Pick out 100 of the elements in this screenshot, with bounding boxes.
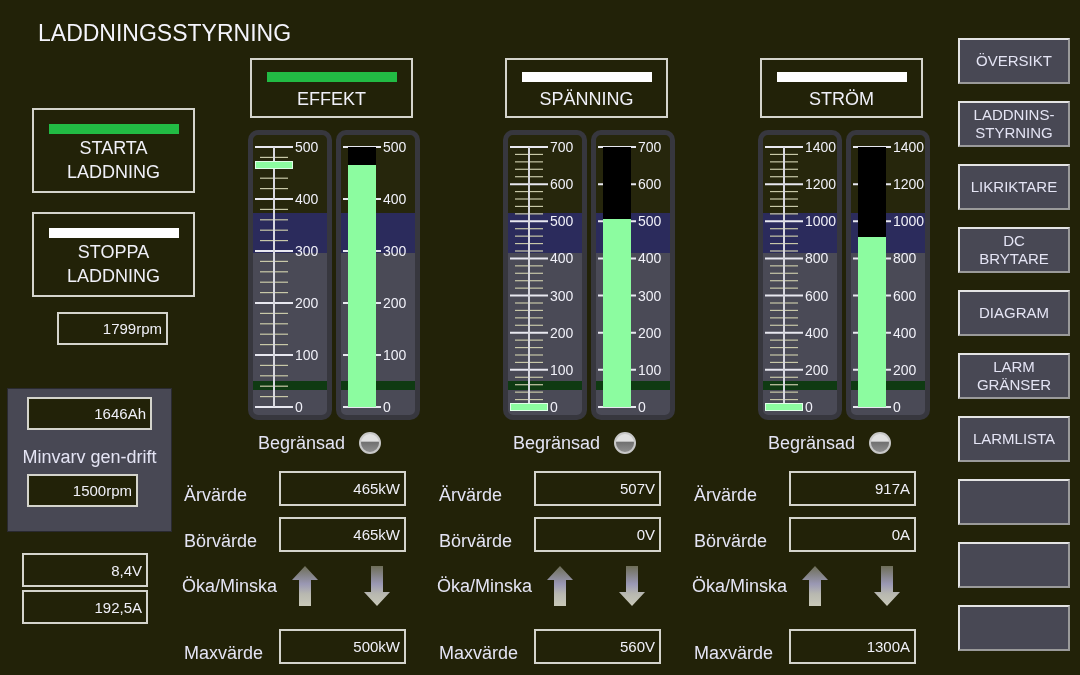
field-label: Börvärde — [694, 532, 769, 552]
nav-button[interactable]: DIAGRAM — [958, 290, 1070, 336]
scale-label: 1000 — [893, 213, 925, 230]
scale-label: 500 — [383, 139, 408, 155]
scale-label: 0 — [805, 399, 814, 415]
page-title: LADDNINGSSTYRNING — [38, 20, 292, 46]
value-display: 0A — [789, 517, 916, 552]
nav-button[interactable]: LIKRIKTARE — [958, 164, 1070, 210]
scale-label: 300 — [383, 243, 408, 259]
scale-label: 200 — [295, 295, 320, 311]
field-label: Öka/Minska — [437, 577, 534, 595]
nav-button[interactable] — [958, 605, 1070, 651]
nav-button[interactable]: LADDNINS- STYRNING — [958, 101, 1070, 147]
field-label: Börvärde — [184, 532, 259, 552]
value-display: 192,5A — [22, 590, 148, 624]
scale-label: 200 — [638, 324, 663, 341]
scale-label: 500 — [638, 213, 663, 230]
limit-label: Begränsad — [258, 434, 346, 452]
scale-label: 0 — [550, 399, 559, 415]
scale-label: 200 — [805, 361, 830, 378]
arrow-up-icon — [802, 566, 828, 606]
scale-label: 400 — [295, 191, 320, 207]
value-display: 1799rpm — [57, 312, 168, 345]
field-label: Maxvärde — [694, 644, 775, 664]
scale-label: 0 — [295, 399, 304, 415]
value-display: 1300A — [789, 629, 916, 664]
field-label: Maxvärde — [439, 644, 520, 664]
nav-button[interactable]: DC BRYTARE — [958, 227, 1070, 273]
nav-button[interactable]: ÖVERSIKT — [958, 38, 1070, 84]
value-display: 1500rpm — [27, 474, 138, 507]
arrow-down-icon — [364, 566, 390, 606]
scale-label: 1400 — [805, 139, 837, 155]
value-display: 560V — [534, 629, 661, 664]
scale-label: 1000 — [805, 213, 837, 230]
increase-button[interactable] — [547, 566, 573, 606]
scale-label: 600 — [893, 287, 918, 304]
scale-label: 200 — [893, 361, 918, 378]
value-display: 8,4V — [22, 553, 148, 587]
decrease-button[interactable] — [874, 566, 900, 606]
scale-label: 200 — [550, 324, 575, 341]
field-label: Öka/Minska — [182, 577, 279, 595]
decrease-button[interactable] — [619, 566, 645, 606]
value-display: 500kW — [279, 629, 406, 664]
scale-label: 400 — [383, 191, 408, 207]
scale-label: 0 — [893, 399, 902, 415]
scale-label: 1200 — [805, 176, 837, 193]
section-title: STRÖM — [809, 90, 874, 108]
scale-label: 600 — [638, 176, 663, 193]
scale-label: 800 — [893, 250, 918, 267]
scale-label: 300 — [295, 243, 320, 259]
panel-label: Minvarv gen-drift — [22, 448, 157, 466]
limit-label: Begränsad — [768, 434, 856, 452]
field-label: Maxvärde — [184, 644, 265, 664]
decrease-button[interactable] — [364, 566, 390, 606]
arrow-down-icon — [874, 566, 900, 606]
scale-label: 0 — [383, 399, 392, 415]
nav-button[interactable] — [958, 542, 1070, 588]
scale-label: 600 — [805, 287, 830, 304]
field-label: Öka/Minska — [692, 577, 789, 595]
scale-label: 400 — [893, 324, 918, 341]
nav-button[interactable]: LARMLISTA — [958, 416, 1070, 462]
scale-label: 300 — [550, 287, 575, 304]
charge-button[interactable]: STARTA LADDNING — [32, 108, 195, 193]
field-label: Ärvärde — [694, 486, 759, 506]
scale-label: 700 — [638, 139, 663, 155]
value-display: 465kW — [279, 517, 406, 552]
scale-label: 400 — [638, 250, 663, 267]
field-label: Ärvärde — [184, 486, 249, 506]
scale-label: 600 — [550, 176, 575, 193]
value-display: 0V — [534, 517, 661, 552]
scale-label: 1200 — [893, 176, 925, 193]
scale-label: 700 — [550, 139, 575, 155]
scale-label: 0 — [638, 399, 647, 415]
field-label: Ärvärde — [439, 486, 504, 506]
increase-button[interactable] — [802, 566, 828, 606]
nav-button[interactable] — [958, 479, 1070, 525]
charge-button[interactable]: STOPPA LADDNING — [32, 212, 195, 297]
arrow-down-icon — [619, 566, 645, 606]
arrow-up-icon — [292, 566, 318, 606]
section-title: EFFEKT — [297, 90, 366, 108]
scale-label: 300 — [638, 287, 663, 304]
increase-button[interactable] — [292, 566, 318, 606]
scale-label: 100 — [383, 347, 408, 363]
scale-label: 400 — [805, 324, 830, 341]
limit-label: Begränsad — [513, 434, 601, 452]
value-display: 917A — [789, 471, 916, 506]
section-title: SPÄNNING — [539, 90, 634, 108]
value-display: 1646Ah — [27, 397, 152, 430]
value-display: 465kW — [279, 471, 406, 506]
field-label: Börvärde — [439, 532, 514, 552]
scale-label: 500 — [550, 213, 575, 230]
value-display: 507V — [534, 471, 661, 506]
arrow-up-icon — [547, 566, 573, 606]
scale-label: 500 — [295, 139, 320, 155]
nav-button[interactable]: LARM GRÄNSER — [958, 353, 1070, 399]
scale-label: 800 — [805, 250, 830, 267]
scale-label: 100 — [295, 347, 320, 363]
scale-label: 200 — [383, 295, 408, 311]
scale-label: 100 — [638, 361, 663, 378]
scale-label: 400 — [550, 250, 575, 267]
